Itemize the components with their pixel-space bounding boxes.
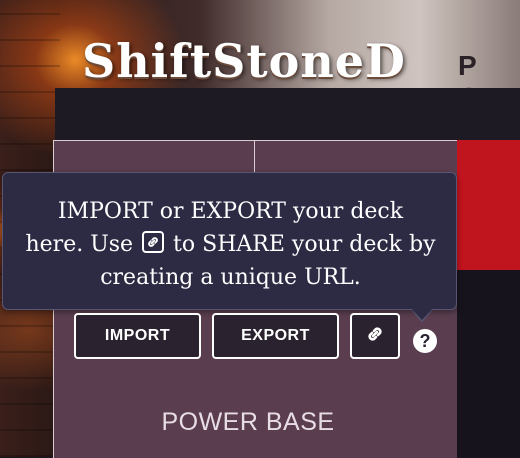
tooltip-line-2-before: here. Use	[25, 232, 134, 257]
tooltip-line-1: IMPORT or EXPORT your deck	[57, 199, 404, 224]
tooltip-line-2-after: to SHARE your deck by	[173, 232, 436, 257]
panel-divider	[254, 140, 255, 174]
export-button[interactable]: EXPORT	[212, 313, 339, 359]
link-icon	[363, 322, 387, 351]
import-button[interactable]: IMPORT	[74, 313, 201, 359]
question-circle-icon[interactable]: ?	[413, 329, 437, 353]
tooltip-line-2: here. Use to SHARE your deck by	[3, 228, 458, 261]
tooltip-text: IMPORT or EXPORT your deck here. Use to …	[3, 195, 458, 294]
link-icon	[142, 231, 165, 253]
share-link-button[interactable]	[350, 313, 400, 359]
right-dark-column	[457, 270, 520, 457]
tooltip-arrow	[411, 308, 433, 320]
power-base-heading: POWER BASE	[161, 408, 335, 436]
import-export-tooltip: IMPORT or EXPORT your deck here. Use to …	[2, 172, 457, 310]
header-dark-bar	[55, 88, 520, 140]
tooltip-line-3: creating a unique URL.	[100, 265, 361, 290]
site-logo[interactable]: ShiftStoneD	[82, 34, 406, 88]
red-accent-block	[457, 140, 520, 270]
